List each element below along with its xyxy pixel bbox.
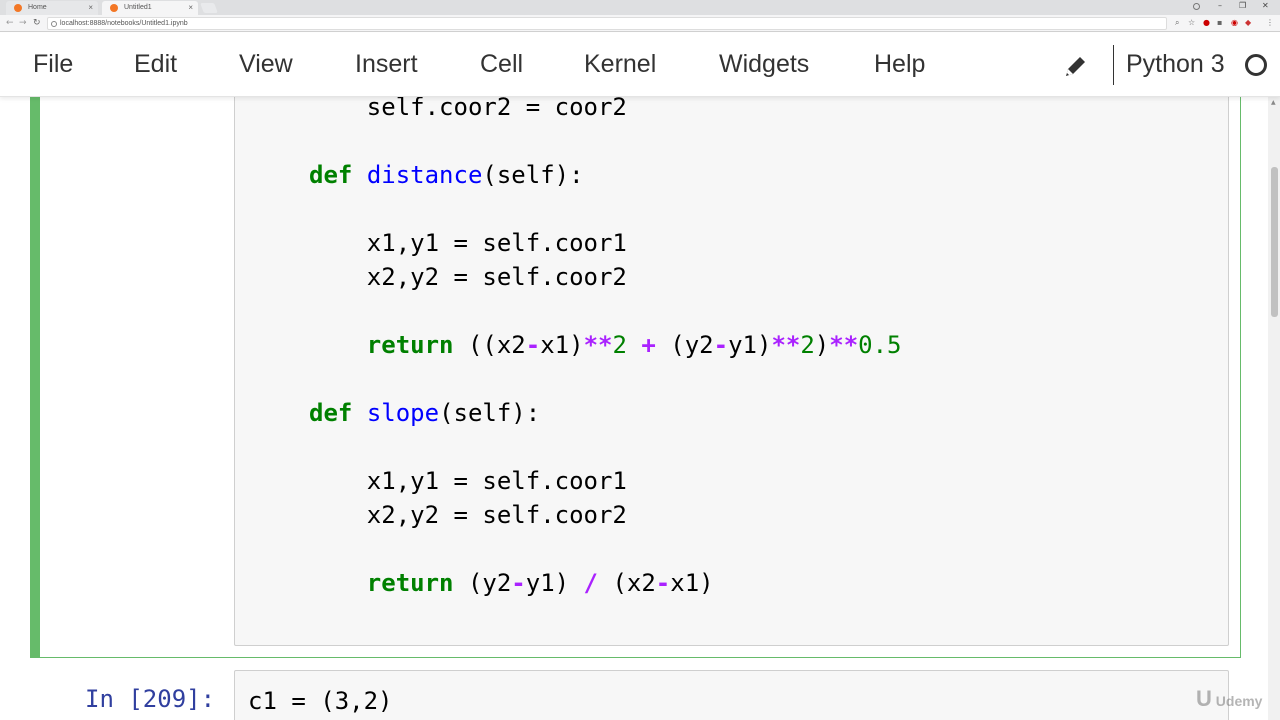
close-tab-icon[interactable]: × bbox=[188, 3, 193, 12]
extension-icon[interactable]: ● bbox=[1203, 18, 1210, 27]
code-token: (self): bbox=[482, 161, 584, 189]
browser-tab-untitled1[interactable]: Untitled1 × bbox=[102, 1, 198, 15]
scrollbar-thumb[interactable] bbox=[1271, 167, 1278, 317]
code-text[interactable]: c1 = (3,2) bbox=[248, 684, 393, 718]
back-arrow-icon[interactable]: ← bbox=[6, 18, 14, 28]
code-editor[interactable]: self.coor2 = coor2 def distance(self): x1… bbox=[234, 97, 1229, 646]
code-token: x1,y1 = self.coor1 bbox=[309, 229, 627, 257]
maximize-icon[interactable]: ❐ bbox=[1239, 1, 1246, 10]
code-token: ** bbox=[583, 331, 613, 359]
menu-edit[interactable]: Edit bbox=[134, 50, 177, 79]
code-line[interactable]: self.coor2 = coor2 bbox=[309, 97, 627, 124]
code-token: self.coor2 = coor2 bbox=[309, 97, 627, 121]
extension-icon[interactable]: ◆ bbox=[1245, 18, 1251, 27]
menu-view[interactable]: View bbox=[239, 50, 293, 79]
jupyter-favicon-icon bbox=[14, 4, 22, 12]
user-profile-icon[interactable] bbox=[1193, 3, 1200, 10]
reload-icon[interactable]: ↻ bbox=[33, 18, 41, 28]
code-token: - bbox=[525, 331, 541, 359]
code-token: (y2 bbox=[453, 569, 512, 597]
code-token: + bbox=[641, 331, 656, 359]
browser-toolbar: ← → ↻ localhost:8888/notebooks/Untitled1… bbox=[0, 15, 1280, 32]
menu-widgets[interactable]: Widgets bbox=[719, 50, 809, 79]
code-line[interactable]: x1,y1 = self.coor1 bbox=[309, 464, 627, 498]
jupyter-menubar: File Edit View Insert Cell Kernel Widget… bbox=[0, 33, 1280, 97]
kernel-idle-circle-icon bbox=[1245, 54, 1267, 76]
browser-tab-strip: Home × Untitled1 × – ❐ ✕ bbox=[0, 0, 1280, 15]
code-token: x1) bbox=[670, 569, 714, 597]
browser-menu-icon[interactable]: ⋮ bbox=[1266, 18, 1274, 27]
zoom-icon[interactable]: ⌕ bbox=[1175, 18, 1179, 28]
new-tab-button[interactable] bbox=[200, 3, 218, 13]
code-line[interactable]: def slope(self): bbox=[309, 396, 540, 430]
info-icon[interactable] bbox=[51, 21, 57, 27]
input-prompt: In [209]: bbox=[85, 685, 216, 713]
menu-file[interactable]: File bbox=[33, 50, 73, 79]
code-token: y1) bbox=[525, 569, 584, 597]
code-token: ((x2 bbox=[453, 331, 526, 359]
code-cell[interactable]: In [209]: c1 = (3,2) bbox=[0, 670, 1280, 720]
code-token: x1) bbox=[540, 331, 584, 359]
menubar-divider bbox=[1113, 45, 1114, 85]
code-token: 0.5 bbox=[858, 331, 902, 359]
code-token: (y2 bbox=[655, 331, 714, 359]
page-scrollbar[interactable]: ▲ bbox=[1268, 97, 1280, 720]
code-token: x1,y1 = self.coor1 bbox=[309, 467, 627, 495]
code-token: return bbox=[366, 569, 454, 597]
kernel-name[interactable]: Python 3 bbox=[1126, 50, 1225, 79]
code-token: slope bbox=[366, 399, 440, 427]
extension-icon[interactable]: ▪ bbox=[1217, 18, 1222, 27]
browser-tab-home[interactable]: Home × bbox=[6, 1, 98, 15]
code-token: return bbox=[366, 331, 454, 359]
jupyter-favicon-icon bbox=[110, 4, 118, 12]
tab-label: Home bbox=[28, 4, 47, 11]
code-token: ** bbox=[771, 331, 801, 359]
close-tab-icon[interactable]: × bbox=[88, 3, 93, 12]
forward-arrow-icon[interactable]: → bbox=[19, 18, 27, 28]
scroll-up-arrow-icon[interactable]: ▲ bbox=[1271, 99, 1276, 106]
notebook-container: self.coor2 = coor2 def distance(self): x1… bbox=[0, 97, 1280, 720]
udemy-watermark-logo: U Udemy bbox=[1196, 686, 1263, 711]
code-token: - bbox=[713, 331, 729, 359]
code-token: (x2 bbox=[598, 569, 656, 597]
code-token: 2 bbox=[800, 331, 815, 359]
code-token: ) bbox=[814, 331, 830, 359]
code-token: def bbox=[309, 161, 353, 189]
code-token: x2,y2 = self.coor2 bbox=[309, 263, 627, 291]
pencil-icon bbox=[1066, 57, 1085, 76]
code-token: - bbox=[511, 569, 526, 597]
code-token: 2 bbox=[612, 331, 627, 359]
code-line[interactable]: x1,y1 = self.coor1 bbox=[309, 226, 627, 260]
code-line[interactable]: x2,y2 = self.coor2 bbox=[309, 498, 627, 532]
code-token: distance bbox=[366, 161, 483, 189]
menu-help[interactable]: Help bbox=[874, 50, 925, 79]
url-text: localhost:8888/notebooks/Untitled1.ipynb bbox=[60, 20, 188, 27]
menu-kernel[interactable]: Kernel bbox=[584, 50, 656, 79]
code-token: (self): bbox=[439, 399, 541, 427]
code-token: - bbox=[655, 569, 671, 597]
extension-icon[interactable]: ◉ bbox=[1231, 18, 1238, 27]
minimize-icon[interactable]: – bbox=[1218, 1, 1222, 10]
code-token: ** bbox=[829, 331, 859, 359]
menu-insert[interactable]: Insert bbox=[355, 50, 418, 79]
menu-cell[interactable]: Cell bbox=[480, 50, 523, 79]
code-token: def bbox=[309, 399, 353, 427]
code-token: / bbox=[583, 569, 598, 597]
bookmark-star-icon[interactable]: ☆ bbox=[1188, 18, 1195, 27]
code-token: y1) bbox=[728, 331, 772, 359]
code-editor[interactable]: c1 = (3,2) bbox=[234, 670, 1229, 720]
code-line[interactable]: def distance(self): bbox=[309, 158, 584, 192]
address-bar[interactable]: localhost:8888/notebooks/Untitled1.ipynb bbox=[47, 17, 1167, 30]
code-line[interactable]: return (y2-y1) / (x2-x1) bbox=[309, 566, 714, 600]
code-token: x2,y2 = self.coor2 bbox=[309, 501, 627, 529]
code-line[interactable]: return ((x2-x1)**2 + (y2-y1)**2)**0.5 bbox=[309, 328, 902, 362]
tab-label: Untitled1 bbox=[124, 4, 152, 11]
close-window-icon[interactable]: ✕ bbox=[1262, 1, 1269, 10]
code-line[interactable]: x2,y2 = self.coor2 bbox=[309, 260, 627, 294]
